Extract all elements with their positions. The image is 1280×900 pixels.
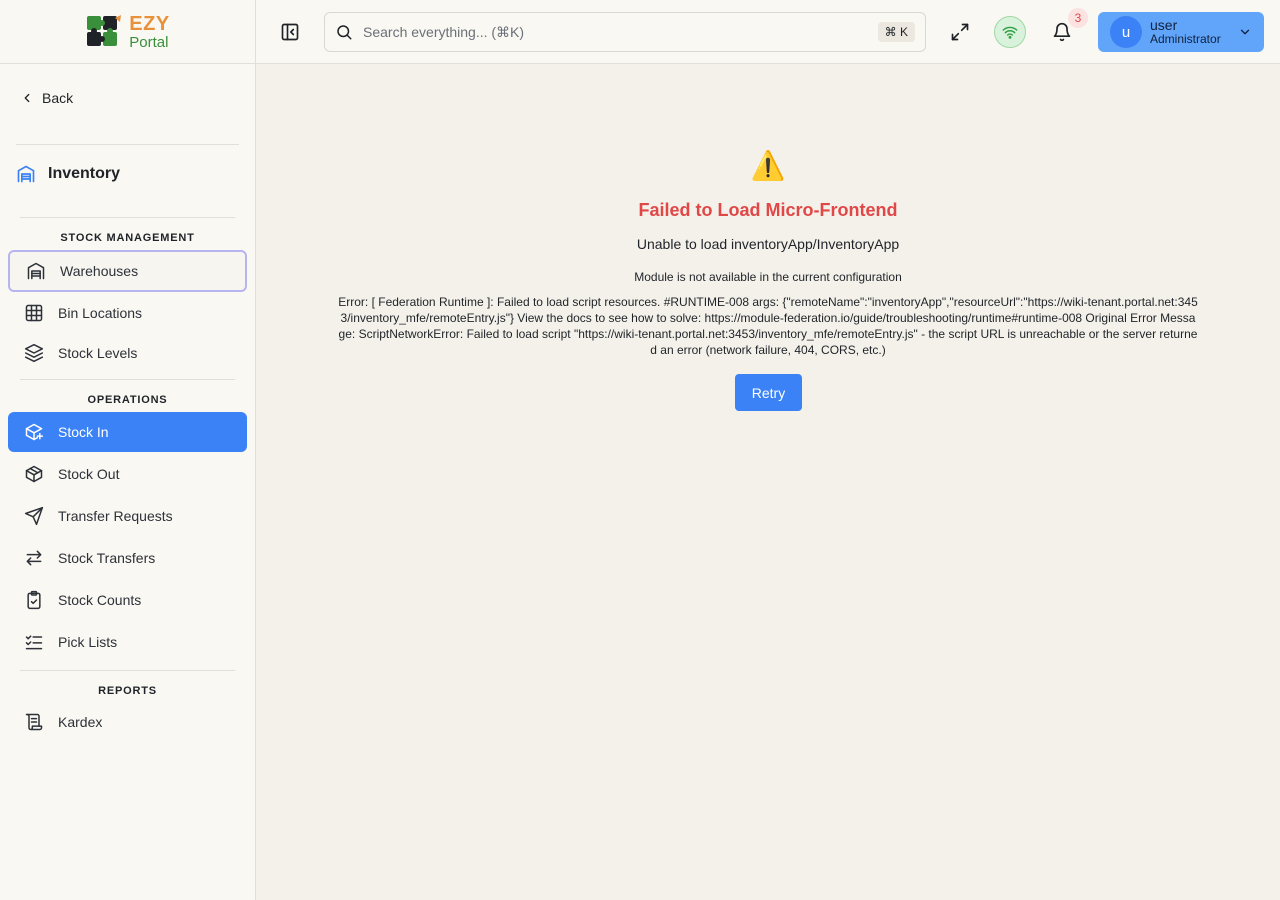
clipboard-check-icon [27, 590, 41, 610]
send-icon [24, 506, 44, 526]
collapse-sidebar-button[interactable] [278, 20, 302, 44]
puzzle-logo-icon [87, 14, 122, 46]
sidebar-item-transfer-requests[interactable]: Transfer Requests [8, 496, 247, 536]
section-label-operations: OPERATIONS [87, 394, 168, 406]
sidebar-item-label: Bin Locations [58, 305, 143, 321]
sidebar-item-label: Stock Counts [58, 592, 142, 608]
scroll-icon [25, 713, 43, 731]
sidebar-item-stock-transfers[interactable]: Stock Transfers [8, 538, 247, 578]
sidebar-item-kardex[interactable]: Kardex [8, 702, 247, 742]
connection-status-button[interactable] [994, 16, 1026, 48]
sidebar-item-label: Warehouses [60, 263, 139, 279]
sidebar: EZY Portal Back Inventory STOCK MANAGEME… [0, 0, 256, 900]
sidebar-item-label: Stock In [58, 424, 109, 440]
back-button[interactable]: Back [20, 90, 73, 106]
list-checks-icon [25, 635, 43, 650]
sidebar-item-stock-levels[interactable]: Stock Levels [8, 333, 247, 373]
wifi-icon [1002, 26, 1018, 39]
search-icon [337, 25, 352, 40]
divider [20, 379, 235, 380]
error-detail-text: Error: [ Federation Runtime ]: Failed to… [338, 295, 1198, 357]
search-box[interactable]: ⌘ K [324, 12, 926, 52]
package-icon [25, 465, 43, 483]
arrows-left-right-icon [26, 550, 42, 566]
divider [16, 144, 239, 145]
sidebar-item-warehouses[interactable]: Warehouses [8, 250, 247, 292]
user-menu-button[interactable]: u user Administrator [1098, 12, 1264, 52]
panel-left-icon [281, 23, 299, 41]
package-plus-icon [25, 423, 44, 441]
module-title-label: Inventory [48, 165, 121, 182]
search-shortcut-badge: ⌘ K [877, 22, 915, 42]
bell-icon [1053, 22, 1071, 42]
sidebar-item-stock-counts[interactable]: Stock Counts [8, 580, 247, 620]
sidebar-item-stock-in[interactable]: Stock In [8, 412, 247, 452]
divider [20, 670, 235, 671]
error-subtitle: Unable to load inventoryApp/InventoryApp [636, 236, 900, 252]
warning-icon: ⚠️ [750, 150, 786, 181]
chevron-left-icon [24, 93, 30, 103]
back-label: Back [42, 90, 74, 106]
section-label-stock-management: STOCK MANAGEMENT [60, 232, 195, 244]
warehouse-icon [27, 262, 45, 280]
grid-icon [25, 304, 43, 322]
notifications-button[interactable]: 3 [1046, 8, 1088, 48]
sidebar-item-label: Transfer Requests [58, 508, 173, 524]
divider [20, 217, 235, 218]
sidebar-item-label: Stock Levels [58, 345, 138, 361]
logo-area: EZY Portal [0, 0, 255, 64]
sidebar-item-label: Stock Out [58, 466, 120, 482]
expand-icon [951, 23, 969, 41]
brand-name-line2: Portal [129, 33, 169, 51]
section-label-reports: REPORTS [98, 685, 157, 697]
fullscreen-button[interactable] [944, 16, 976, 48]
sidebar-item-label: Stock Transfers [58, 550, 156, 566]
layers-icon [24, 343, 44, 363]
brand-logo[interactable]: EZY Portal [85, 12, 169, 52]
notification-count-badge: 3 [1068, 8, 1088, 28]
warehouse-icon [17, 165, 35, 183]
user-role: Administrator [1150, 32, 1221, 47]
sidebar-item-bin-locations[interactable]: Bin Locations [8, 293, 247, 333]
error-title: Failed to Load Micro-Frontend [638, 200, 898, 220]
sidebar-item-label: Pick Lists [58, 634, 118, 650]
avatar: u [1110, 16, 1142, 48]
error-module-message: Module is not available in the current c… [634, 270, 902, 284]
module-title: Inventory [16, 164, 120, 184]
user-name: user [1150, 17, 1178, 34]
search-input[interactable] [363, 24, 843, 40]
chevron-down-icon [1240, 29, 1250, 35]
brand-name-line1: EZY [129, 12, 170, 35]
top-header: ⌘ K 3 u user Administrator [256, 0, 1280, 64]
retry-button[interactable]: Retry [735, 374, 802, 411]
sidebar-item-pick-lists[interactable]: Pick Lists [8, 622, 247, 662]
connection-status-indicator [994, 16, 1026, 48]
sidebar-item-label: Kardex [58, 714, 103, 730]
sidebar-item-stock-out[interactable]: Stock Out [8, 454, 247, 494]
